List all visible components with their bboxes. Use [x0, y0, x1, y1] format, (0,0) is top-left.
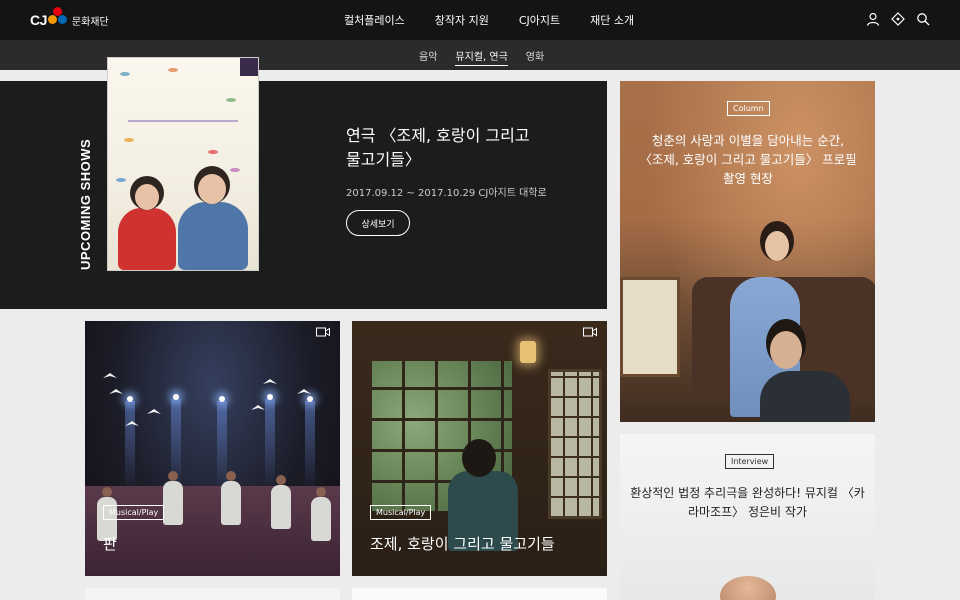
menu-item-about[interactable]: 재단 소개: [590, 12, 634, 28]
next-card-strip: [352, 588, 607, 600]
stage-floor: [85, 486, 340, 576]
card-title[interactable]: 조제, 호랑이 그리고 물고기들: [370, 533, 555, 554]
column-tag: Column: [727, 101, 770, 116]
user-icon[interactable]: [866, 12, 880, 26]
column-article-card[interactable]: Column 청춘의 사랑과 이별을 담아내는 순간, 〈조제, 호랑이 그리고…: [620, 81, 875, 422]
menu-item-culture-place[interactable]: 컬처플레이스: [344, 12, 405, 28]
ticket-icon[interactable]: [891, 12, 905, 26]
tab-music[interactable]: 음악: [419, 48, 437, 63]
menu-item-cj-azit[interactable]: CJ아지트: [519, 12, 560, 28]
next-card-strip: [85, 588, 340, 600]
article-card-pan[interactable]: Musical/Play 판: [85, 321, 340, 576]
card-title[interactable]: 판: [103, 533, 117, 554]
show-poster-image[interactable]: [108, 58, 258, 270]
category-tabs: 음악 뮤지컬, 연극 영화: [419, 40, 544, 70]
poster-divider: [128, 120, 238, 122]
interview-article-card[interactable]: Interview 환상적인 법정 추리극을 완성하다! 뮤지컬 〈카라마조프〉…: [620, 434, 875, 600]
interviewee-photo: [720, 576, 776, 600]
cj-foundation-logo[interactable]: CJ 문화재단: [30, 6, 109, 34]
top-navigation-bar: CJ 문화재단 컬처플레이스 창작자 지원 CJ아지트 재단 소개: [0, 0, 960, 40]
utility-icons: [866, 12, 930, 26]
cj-logo-mark-icon: [47, 7, 68, 27]
upcoming-shows-label: UPCOMING SHOWS: [78, 138, 93, 270]
woman-face: [765, 231, 789, 261]
column-title[interactable]: 청춘의 사랑과 이별을 담아내는 순간, 〈조제, 호랑이 그리고 물고기들〉 …: [638, 131, 858, 188]
upcoming-show-date: 2017.09.12 ~ 2017.10.29 CJ아지트 대학로: [346, 188, 547, 199]
card-category-tag: Musical/Play: [103, 505, 165, 520]
video-icon: [316, 327, 330, 337]
search-icon[interactable]: [916, 12, 930, 26]
main-menu: 컬처플레이스 창작자 지원 CJ아지트 재단 소개: [344, 0, 634, 40]
brand-name: 문화재단: [71, 16, 109, 28]
tab-musical-play[interactable]: 뮤지컬, 연극: [455, 48, 508, 66]
tab-movie[interactable]: 영화: [526, 48, 544, 63]
interview-tag: Interview: [725, 454, 775, 469]
man-figure: [760, 371, 850, 422]
poster-corner-tag: [240, 58, 258, 76]
man-face: [770, 331, 802, 369]
video-icon: [583, 327, 597, 337]
article-card-jose[interactable]: Musical/Play 조제, 호랑이 그리고 물고기들: [352, 321, 607, 576]
upcoming-show-title[interactable]: 연극 〈조제, 호랑이 그리고 물고기들〉: [346, 124, 546, 172]
card-category-tag: Musical/Play: [370, 505, 432, 520]
logo-text: CJ: [30, 12, 47, 28]
menu-item-creator-support[interactable]: 창작자 지원: [435, 12, 489, 28]
window-image: [620, 277, 680, 377]
reader-head: [462, 439, 496, 477]
details-button[interactable]: 상세보기: [346, 210, 410, 236]
lamp-image: [520, 341, 536, 363]
window-image: [548, 369, 602, 519]
interview-title[interactable]: 환상적인 법정 추리극을 완성하다! 뮤지컬 〈카라마조프〉 정은비 작가: [630, 484, 865, 522]
